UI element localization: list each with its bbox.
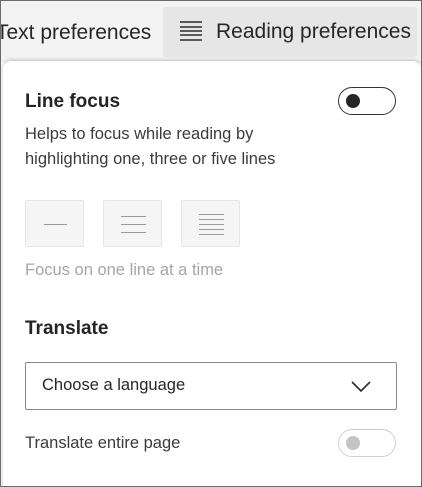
translate-heading: Translate [25,318,109,339]
reader-window: Text preferences Reading preferences Lin… [0,0,422,487]
reading-preferences-panel: Line focus Helps to focus while reading … [3,61,421,486]
tab-strip: Text preferences Reading preferences [1,1,421,63]
five-lines-icon [199,214,224,235]
three-lines-button[interactable] [103,200,162,247]
line-focus-hint: Focus on one line at a time [25,261,224,279]
translate-entire-page-toggle[interactable] [338,429,396,457]
tab-label: Text preferences [0,21,152,44]
toggle-knob [346,93,360,108]
tab-reading-preferences[interactable]: Reading preferences [163,7,417,57]
language-select[interactable]: Choose a language [25,362,397,410]
tab-label: Reading preferences [216,20,411,43]
one-line-icon [44,224,67,225]
line-focus-description: Helps to focus while reading by highligh… [25,125,276,168]
line-focus-heading: Line focus [25,91,121,112]
translate-entire-page-label: Translate entire page [25,434,181,452]
line-focus-toggle[interactable] [338,87,396,115]
one-line-button[interactable] [25,200,84,247]
chevron-down-icon [351,381,371,393]
language-select-value: Choose a language [42,376,186,394]
three-lines-icon [121,216,146,233]
tab-text-preferences[interactable]: Text preferences [0,1,156,63]
toggle-knob [346,435,360,450]
five-lines-button[interactable] [181,200,240,247]
lines-icon [180,21,202,41]
